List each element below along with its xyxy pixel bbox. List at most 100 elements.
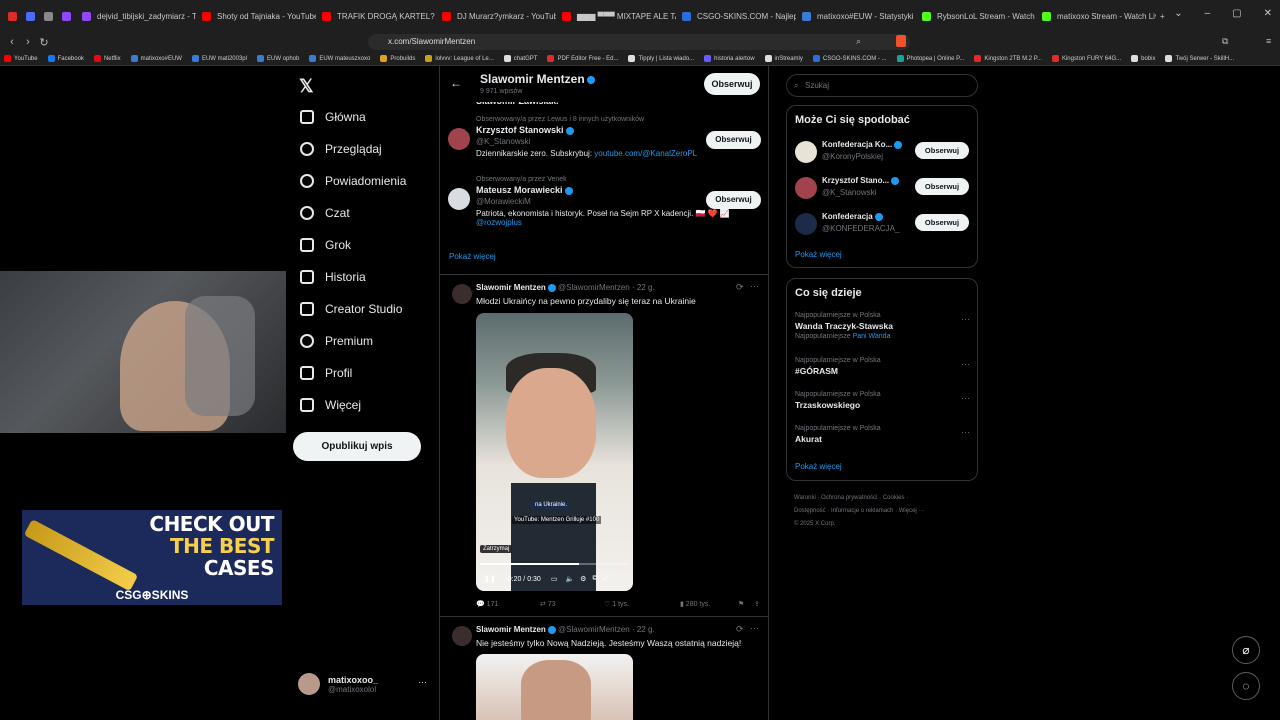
close-window-icon[interactable]: ✕ [1264, 8, 1272, 19]
more-icon[interactable]: ··· [961, 427, 970, 437]
follow-button[interactable]: Obserwuj [915, 178, 969, 195]
bookmark-item[interactable]: EUW mati2003pl [191, 55, 247, 62]
bookmark-item[interactable]: Tipply | Lista wiado... [628, 55, 694, 62]
bookmark-item[interactable]: Netflix [93, 55, 121, 62]
bio-link[interactable]: youtube.com/@KanalZeroPL [594, 149, 697, 158]
tweet[interactable]: Slawomir Mentzen @SlawomirMentzen · 22 g… [440, 274, 768, 616]
bookmark-item[interactable]: bobix [1131, 55, 1155, 62]
tweet-image[interactable] [476, 654, 633, 720]
footer-link[interactable]: Więcej ··· [899, 508, 925, 514]
bookmark-item[interactable]: Twój Serwer - SkillH... [1165, 55, 1234, 62]
more-icon[interactable]: ··· [961, 359, 970, 369]
tweet[interactable]: Slawomir Mentzen @SlawomirMentzen · 22 g… [440, 616, 768, 720]
nav-item-rocket[interactable]: Creator Studio [292, 293, 432, 325]
bookmark-item[interactable]: inStreamly [764, 55, 803, 62]
browser-tab[interactable]: matixoxo Stream - Watch Live on ... [1036, 4, 1156, 28]
forward-icon[interactable]: › [20, 36, 36, 48]
url-field[interactable]: x.com/SlawomirMentzen [368, 34, 910, 50]
footer-link[interactable]: Cookies [883, 495, 905, 501]
browser-tab[interactable] [58, 4, 76, 28]
x-logo-icon[interactable]: 𝕏 [299, 76, 314, 97]
bookmark-item[interactable]: historia alertow [704, 55, 755, 62]
browser-tab[interactable]: ▆▆▆ ▀▀▀ MIXTAPE ALE TAJN... [556, 4, 676, 28]
repost-action[interactable]: ⇄ 73 [540, 600, 604, 608]
more-icon[interactable]: ··· [750, 281, 759, 291]
grok-icon[interactable]: ⟳ [736, 624, 744, 635]
messages-fab-icon[interactable]: ◌ [1232, 672, 1260, 700]
bookmark-item[interactable]: YouTube [4, 55, 38, 62]
nav-item-person[interactable]: Profil [292, 357, 432, 389]
bookmark-item[interactable]: lolvvv: League of Le... [425, 55, 494, 62]
back-icon[interactable]: ‹ [4, 36, 20, 48]
fullscreen-icon[interactable]: ⤢ [603, 575, 609, 583]
bookmark-item[interactable]: matixoxo#EUW [130, 55, 182, 62]
casino-ad-banner[interactable]: CHECK OUT THE BEST CASES CSG⊕SKINS [22, 510, 282, 605]
suggested-user-card[interactable]: Obserwowany/a przez Lewus i 8 innych uży… [448, 116, 762, 158]
video-progress-bar[interactable] [480, 563, 629, 565]
bookmark-icon[interactable]: ⚑ [738, 600, 754, 608]
bookmark-item[interactable]: Facebook [47, 55, 84, 62]
suggest-row[interactable]: Konfederacja Ko... @KoronyPolskiej Obser… [795, 138, 971, 166]
follow-button[interactable]: Obserwuj [704, 73, 760, 95]
settings-icon[interactable]: ⚙ [580, 575, 586, 583]
nav-item-more[interactable]: Więcej [292, 389, 432, 421]
footer-link[interactable]: Informacje o reklamach [831, 508, 893, 514]
show-more-link[interactable]: Pokaż więcej [449, 252, 496, 261]
footer-link[interactable]: Dostępność [794, 508, 826, 514]
trend-item[interactable]: Najpopularniejsze w Polska Akurat ··· [795, 425, 971, 444]
suggest-row[interactable]: Krzysztof Stano... @K_Stanowski Obserwuj [795, 174, 971, 202]
browser-tab[interactable] [22, 4, 40, 28]
bookmark-item[interactable]: Probuilds [380, 55, 415, 62]
share-icon[interactable]: ⇪ [754, 600, 760, 608]
maximize-icon[interactable]: ▢ [1232, 8, 1241, 19]
nav-item-grok[interactable]: Grok [292, 229, 432, 261]
volume-icon[interactable]: 🔈 [565, 575, 574, 583]
suggest-row[interactable]: Konfederacja @KONFEDERACJA_ Obserwuj [795, 210, 971, 238]
more-icon[interactable]: ··· [750, 623, 759, 633]
captions-icon[interactable]: ▭ [551, 575, 558, 583]
trend-extra-link[interactable]: Pani Wanda [853, 333, 891, 340]
trend-item[interactable]: Najpopularniejsze w Polska Wanda Traczyk… [795, 312, 971, 340]
post-button[interactable]: Opublikuj wpis [293, 432, 421, 461]
grok-icon[interactable]: ⟳ [736, 282, 744, 293]
more-icon[interactable]: ··· [961, 314, 970, 324]
views-action[interactable]: ▮ 280 tys. [680, 600, 738, 608]
browser-tab[interactable]: TRAFIK DROGĄ KARTEL? | POWRÓT ... [316, 4, 436, 28]
reload-icon[interactable]: ↻ [36, 36, 52, 49]
browser-tab[interactable] [40, 4, 58, 28]
video-player[interactable]: na Ukrainie. YouTube: Mentzen Grilluje #… [476, 313, 633, 591]
browser-tab[interactable]: matixoxo#EUW - Statystyki przyw... [796, 4, 916, 28]
show-more-link[interactable]: Pokaż więcej [795, 250, 842, 259]
search-input[interactable]: ⌕ Szukaj [786, 74, 978, 97]
reply-action[interactable]: 💬 171 [476, 600, 540, 608]
bookmark-item[interactable]: chatGPT [503, 55, 537, 62]
trend-item[interactable]: Najpopularniejsze w Polska Trzaskowskieg… [795, 391, 971, 410]
pause-icon[interactable]: ❚❚ [484, 575, 496, 583]
account-more-icon[interactable]: ··· [418, 677, 427, 687]
browser-tab[interactable]: CSGO-SKINS.COM - Najlepsze Skrz... [676, 4, 796, 28]
browser-tab[interactable] [4, 4, 22, 28]
tab-search-icon[interactable]: ⌄ [1174, 8, 1182, 19]
minimize-icon[interactable]: – [1205, 8, 1211, 19]
footer-link[interactable]: Warunki [794, 495, 816, 501]
nav-item-bell[interactable]: Powiadomienia [292, 165, 432, 197]
nav-item-bookmark[interactable]: Historia [292, 261, 432, 293]
show-more-link[interactable]: Pokaż więcej [795, 462, 842, 471]
zoom-icon[interactable]: ⌕ [856, 36, 861, 47]
browser-tab[interactable]: DJ Murarz?ymkarz - YouTube [436, 4, 556, 28]
nav-item-chat[interactable]: Czat [292, 197, 432, 229]
follow-button[interactable]: Obserwuj [915, 142, 969, 159]
browser-tab[interactable]: RybsonLoL Stream - Watch Live on ... [916, 4, 1036, 28]
bookmark-item[interactable]: Photopea | Online P... [896, 55, 964, 62]
menu-icon[interactable]: ≡ [1266, 36, 1271, 46]
browser-tab[interactable]: Shoty od Tajniaka - YouTube [196, 4, 316, 28]
follow-button[interactable]: Obserwuj [915, 214, 969, 231]
bookmark-item[interactable]: Kingston 2TB M.2 P... [974, 55, 1042, 62]
bookmark-item[interactable]: EUW mateuszxoxo [309, 55, 370, 62]
follow-button[interactable]: Obserwuj [706, 131, 761, 149]
back-arrow-icon[interactable]: ← [450, 76, 462, 90]
browser-tab[interactable]: dejvid_tibijski_zadymiarz - Twitch [76, 4, 196, 28]
bookmark-item[interactable]: CSGO-SKINS.COM - ... [812, 55, 887, 62]
bookmark-item[interactable]: PDF Editor Free - Ed... [547, 55, 618, 62]
bio-link[interactable]: @rozwojplus [476, 218, 522, 227]
